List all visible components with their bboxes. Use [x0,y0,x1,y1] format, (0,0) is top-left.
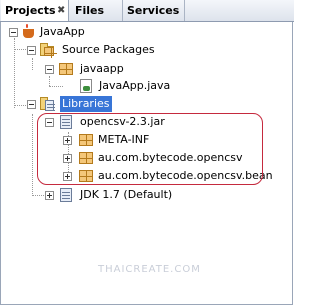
project-label: JavaApp [40,25,85,38]
tree-row-package[interactable]: javaapp [0,61,130,77]
tree-row-project[interactable]: JavaApp [0,24,120,40]
collapse-icon[interactable] [27,100,36,109]
collapse-icon[interactable] [27,46,36,55]
jar-icon [58,187,74,203]
watermark: THAICREATE.COM [98,264,201,275]
collapse-icon[interactable] [9,28,18,37]
libraries-label: Libraries [60,96,112,112]
expand-icon[interactable] [45,191,54,200]
package-label: javaapp [80,62,124,75]
tab-projects-label: Projects [5,4,56,17]
file-label: JavaApp.java [99,79,171,92]
tab-files[interactable]: Files [69,0,123,21]
source-packages-label: Source Packages [62,43,155,56]
tree-row-file[interactable]: JavaApp.java [0,78,170,94]
tab-files-label: Files [75,4,105,17]
package-icon [58,61,74,77]
java-file-icon [78,78,94,94]
tab-services-label: Services [127,4,180,17]
java-project-icon [21,24,37,40]
source-packages-icon [39,42,57,58]
tree-row-libraries[interactable]: Libraries [0,96,140,112]
tab-projects[interactable]: Projects ✖ [1,0,69,21]
libraries-icon [39,96,55,112]
collapse-icon[interactable] [45,65,54,74]
close-icon[interactable]: ✖ [57,0,65,21]
jdk-label: JDK 1.7 (Default) [80,188,173,201]
tree-row-jdk[interactable]: JDK 1.7 (Default) [0,187,190,203]
highlight-box [37,113,263,185]
tab-services[interactable]: Services [123,0,185,21]
tab-bar: Projects ✖ Files Services [0,0,294,22]
tree-row-source-packages[interactable]: Source Packages [0,42,180,58]
